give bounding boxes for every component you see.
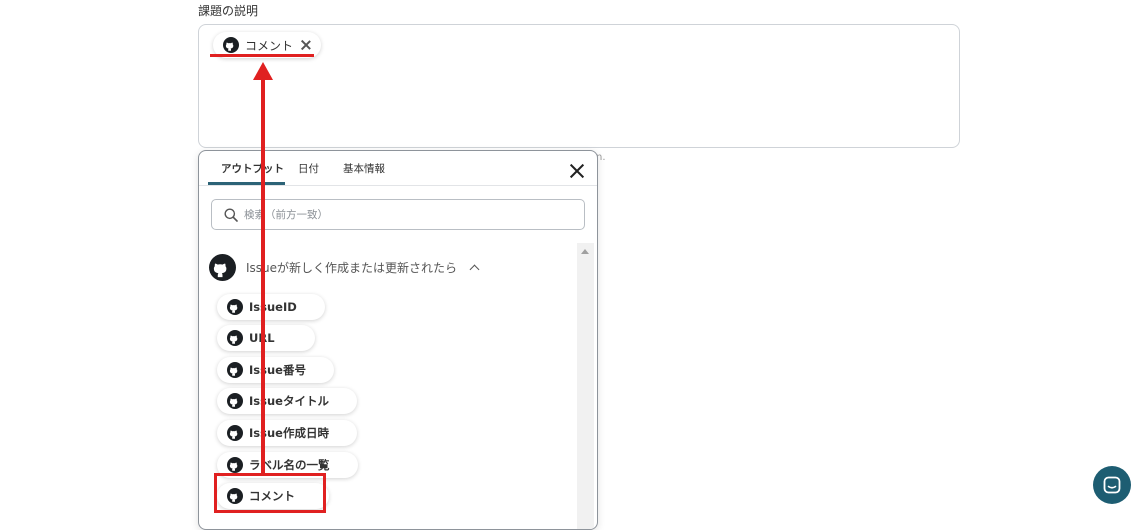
search-box[interactable] (211, 199, 585, 230)
output-item-issue-id[interactable]: IssueID (217, 294, 325, 320)
output-item-issue-created-at[interactable]: Issue作成日時 (217, 420, 357, 446)
tab-bar: アウトプット 日付 基本情報 (199, 151, 597, 186)
section-title: Issueが新しく作成または更新されたら (246, 260, 458, 275)
tab-date[interactable]: 日付 (298, 161, 319, 176)
chip-label: コメント (245, 38, 294, 53)
description-field[interactable]: コメント (198, 24, 960, 148)
github-icon (227, 362, 243, 378)
github-icon (227, 299, 243, 315)
annotation-highlight-box (214, 473, 326, 513)
annotation-underline (210, 54, 314, 57)
chat-icon (1103, 476, 1121, 494)
active-tab-indicator (208, 182, 285, 185)
output-item-issue-number[interactable]: Issue番号 (217, 357, 334, 383)
scrollbar[interactable] (577, 243, 594, 529)
annotation-arrow-shaft (261, 76, 265, 476)
item-label: IssueID (249, 300, 297, 314)
github-icon (227, 425, 243, 441)
annotation-arrow-head (253, 62, 273, 80)
output-item-url[interactable]: URL (217, 325, 315, 351)
chevron-up-icon[interactable] (469, 264, 480, 274)
github-icon (209, 253, 236, 281)
github-icon (223, 37, 239, 53)
item-label: Issue番号 (249, 363, 306, 377)
close-icon[interactable] (301, 40, 311, 50)
tab-output[interactable]: アウトプット (221, 161, 284, 176)
tab-basic-info[interactable]: 基本情報 (343, 161, 385, 176)
scroll-up-arrow-icon[interactable] (581, 249, 589, 254)
github-icon (227, 330, 243, 346)
search-input[interactable] (242, 207, 566, 222)
search-icon (224, 208, 238, 222)
section-header-issue-trigger[interactable]: Issueが新しく作成または更新されたら (209, 252, 480, 282)
field-label: 課題の説明 (198, 4, 259, 18)
output-item-issue-title[interactable]: Issueタイトル (217, 388, 357, 414)
chat-button[interactable] (1093, 466, 1131, 504)
close-icon[interactable] (569, 163, 585, 179)
github-icon (227, 393, 243, 409)
github-icon (227, 457, 243, 473)
